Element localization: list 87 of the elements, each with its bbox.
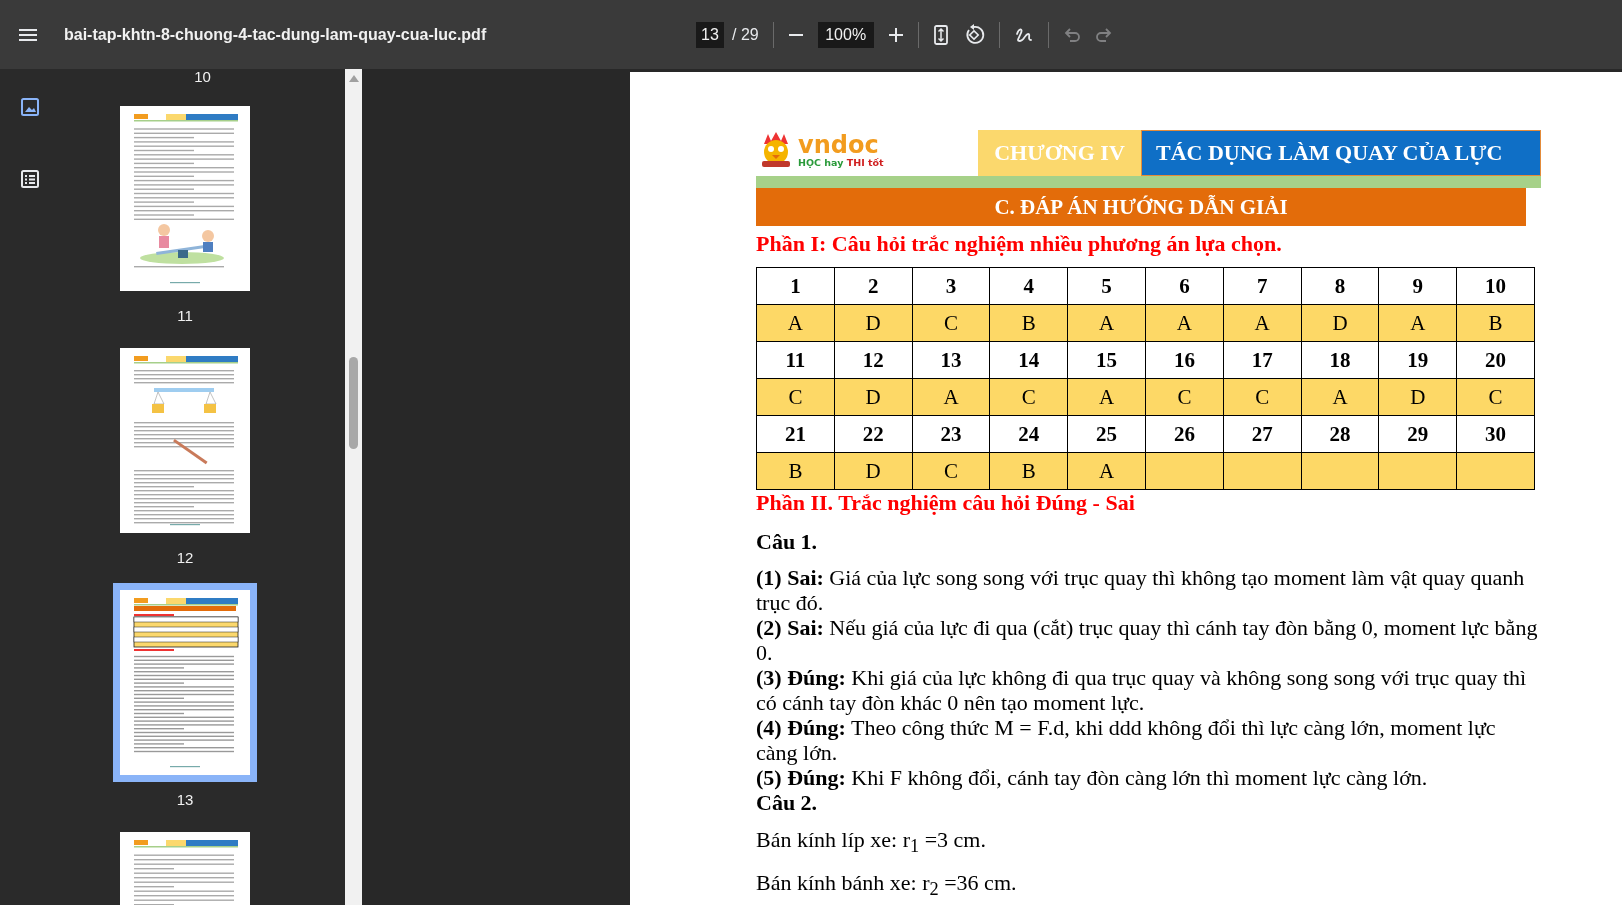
text-line: Bán kính líp xe: r$_{1}$ =3 cm. — [756, 827, 987, 859]
table-cell: A — [756, 304, 835, 342]
table-cell: A — [1145, 304, 1224, 342]
chapter-label: CHƯƠNG IV — [978, 130, 1141, 176]
table-cell: D — [834, 304, 913, 342]
table-cell: C — [1456, 378, 1535, 416]
table-cell: 21 — [756, 415, 835, 453]
question-heading: Câu 2. — [756, 790, 819, 815]
table-cell: A — [1067, 378, 1146, 416]
table-cell: 2 — [834, 267, 913, 305]
answer-paragraph: (2) Sai: Nếu giá của lực đi qua (cắt) trục quay thì cánh tay đòn bằng 0, moment lực bằng 0. — [756, 615, 1539, 665]
table-cell: 29 — [1378, 415, 1457, 453]
answer-paragraph: (3) Đúng: Khi giá của lực không đi qua trục quay và không song song với trục quay thì có cánh tay đòn khác 0 nên tạo moment lực. — [756, 665, 1528, 715]
table-cell: 3 — [912, 267, 990, 305]
table-cell: B — [989, 304, 1068, 342]
page-label: 12 — [176, 549, 194, 566]
table-cell: C — [756, 378, 835, 416]
table-cell: 22 — [834, 415, 913, 453]
table-cell: 16 — [1145, 341, 1224, 379]
table-cell: C — [912, 452, 990, 490]
logo-wordmark: vndoc — [798, 132, 879, 157]
table-cell: 25 — [1067, 415, 1146, 453]
table-cell: B — [1456, 304, 1535, 342]
table-cell: 14 — [989, 341, 1068, 379]
table-cell: 10 — [1456, 267, 1535, 305]
zoom-field[interactable]: 100% — [817, 21, 874, 48]
page-label: 11 — [177, 307, 193, 324]
chapter-title: TÁC DỤNG LÀM QUAY CỦA LỰC — [1141, 130, 1541, 176]
table-cell: A — [912, 378, 990, 416]
table-cell: 24 — [989, 415, 1068, 453]
table-cell: 26 — [1145, 415, 1224, 453]
page-thumbnail[interactable] — [113, 583, 257, 782]
table-cell: A — [1067, 304, 1146, 342]
table-cell: D — [1301, 304, 1379, 342]
page-total: / 29 — [732, 25, 759, 44]
table-cell: 12 — [834, 341, 913, 379]
file-name: bai-tap-khtn-8-chuong-4-tac-dung-lam-quay-cua-luc.pdf — [64, 25, 487, 44]
answer-paragraph: (5) Đúng: Khi F không đổi, cánh tay đòn càng lớn thì moment lực càng lớn. — [756, 765, 1429, 790]
zoom-in-icon[interactable] — [887, 26, 904, 43]
page-number-field[interactable]: 13 — [696, 21, 724, 48]
table-cell: 19 — [1378, 341, 1457, 379]
section-heading: Phần II. Trắc nghiệm câu hỏi Đúng - Sai — [756, 490, 1136, 516]
table-cell: A — [1301, 378, 1379, 416]
logo-tagline: HỌC hay THI tốt — [798, 156, 884, 168]
answer-paragraph: (1) Sai: Giá của lực song song với trục quay thì không tạo moment làm vật quay quanh trục đó. — [756, 565, 1526, 615]
table-cell: D — [1378, 378, 1457, 416]
table-cell: 8 — [1301, 267, 1379, 305]
table-cell: A — [1223, 304, 1302, 342]
table-cell: 30 — [1456, 415, 1535, 453]
table-cell: D — [834, 452, 913, 490]
table-cell: 11 — [756, 341, 835, 379]
table-cell: 20 — [1456, 341, 1535, 379]
page-label: 10 — [194, 69, 211, 84]
table-cell: 4 — [989, 267, 1068, 305]
scrollbar[interactable] — [345, 69, 362, 905]
table-cell: 23 — [912, 415, 990, 453]
table-cell: 7 — [1223, 267, 1302, 305]
scrollbar-thumb[interactable] — [349, 357, 358, 449]
table-cell: C — [912, 304, 990, 342]
answer-paragraph: (4) Đúng: Theo công thức M = F.d, khi ddd không đổi thì lực càng lớn, moment lực càng lớn. — [756, 715, 1497, 765]
thumbnails-icon[interactable] — [20, 97, 40, 117]
table-cell: C — [1145, 378, 1224, 416]
text-line: Bán kính bánh xe: r$_{2}$ =36 cm. — [756, 870, 1018, 902]
table-cell: A — [1067, 452, 1146, 490]
table-cell: C — [989, 378, 1068, 416]
table-cell: 1 — [756, 267, 835, 305]
table-cell: 27 — [1223, 415, 1302, 453]
menu-icon[interactable] — [18, 26, 38, 43]
table-cell: 5 — [1067, 267, 1146, 305]
section-heading: Phần I: Câu hỏi trắc nghiệm nhiều phương án lựa chọn. — [756, 231, 1283, 257]
table-cell: 6 — [1145, 267, 1224, 305]
table-cell: B — [756, 452, 835, 490]
table-cell: 18 — [1301, 341, 1379, 379]
table-cell: 15 — [1067, 341, 1146, 379]
fit-page-icon[interactable] — [932, 24, 949, 45]
table-cell: 13 — [912, 341, 990, 379]
page-label: 13 — [176, 791, 194, 808]
outline-icon[interactable] — [20, 169, 40, 189]
table-cell: 28 — [1301, 415, 1379, 453]
table-cell: 17 — [1223, 341, 1302, 379]
question-heading: Câu 1. — [756, 529, 819, 554]
table-cell: 9 — [1378, 267, 1457, 305]
table-cell: A — [1378, 304, 1457, 342]
section-banner: C. ĐÁP ÁN HƯỚNG DẪN GIẢI — [756, 188, 1526, 226]
table-cell: B — [989, 452, 1068, 490]
table-cell: C — [1223, 378, 1302, 416]
table-cell: D — [834, 378, 913, 416]
